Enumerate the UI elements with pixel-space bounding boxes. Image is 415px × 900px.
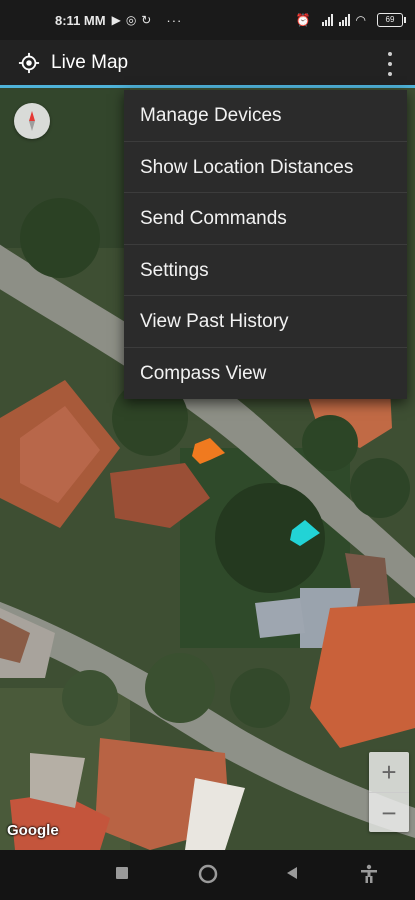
- menu-item-settings[interactable]: Settings: [124, 245, 407, 296]
- google-logo: Google: [7, 822, 59, 839]
- menu-item-compass-view[interactable]: Compass View: [124, 348, 407, 400]
- youtube-icon: ▶: [111, 13, 121, 27]
- menu-item-manage-devices[interactable]: Manage Devices: [124, 90, 407, 142]
- status-time: 8:11 MM: [55, 12, 106, 28]
- sync-icon: ↻: [141, 13, 152, 27]
- app-bar: Live Map: [0, 40, 415, 88]
- back-button-icon[interactable]: [285, 866, 299, 880]
- more-notifications-icon: ···: [166, 12, 183, 28]
- signal-icon: [321, 14, 333, 26]
- page-title: Live Map: [51, 51, 129, 73]
- compass-button[interactable]: [14, 103, 50, 139]
- battery-icon: 69: [377, 13, 406, 27]
- alarm-icon: ⏰: [295, 13, 311, 27]
- menu-item-show-location-distances[interactable]: Show Location Distances: [124, 142, 407, 193]
- messenger-icon: ◎: [125, 13, 137, 27]
- my-location-icon[interactable]: [18, 52, 40, 74]
- overflow-dropdown-menu: Manage Devices Show Location Distances S…: [124, 90, 407, 399]
- system-nav-bar: [0, 850, 415, 900]
- recents-button-icon[interactable]: [115, 866, 129, 880]
- menu-item-view-past-history[interactable]: View Past History: [124, 296, 407, 348]
- overflow-menu-button[interactable]: [387, 52, 393, 76]
- home-button-icon[interactable]: [198, 864, 218, 884]
- menu-item-send-commands[interactable]: Send Commands: [124, 193, 407, 245]
- accessibility-icon[interactable]: [360, 864, 378, 884]
- zoom-out-button[interactable]: −: [369, 793, 409, 833]
- status-bar: 8:11 MM ▶ ◎ ↻ ··· ⏰ ◠ 69: [0, 0, 415, 40]
- zoom-controls: + −: [369, 752, 409, 832]
- zoom-in-button[interactable]: +: [369, 752, 409, 793]
- overflow-dot: [388, 52, 392, 56]
- compass-icon: [29, 111, 35, 131]
- wifi-icon: ◠: [355, 13, 366, 27]
- signal-icon-2: [338, 14, 350, 26]
- overflow-dot: [388, 72, 392, 76]
- overflow-dot: [388, 62, 392, 66]
